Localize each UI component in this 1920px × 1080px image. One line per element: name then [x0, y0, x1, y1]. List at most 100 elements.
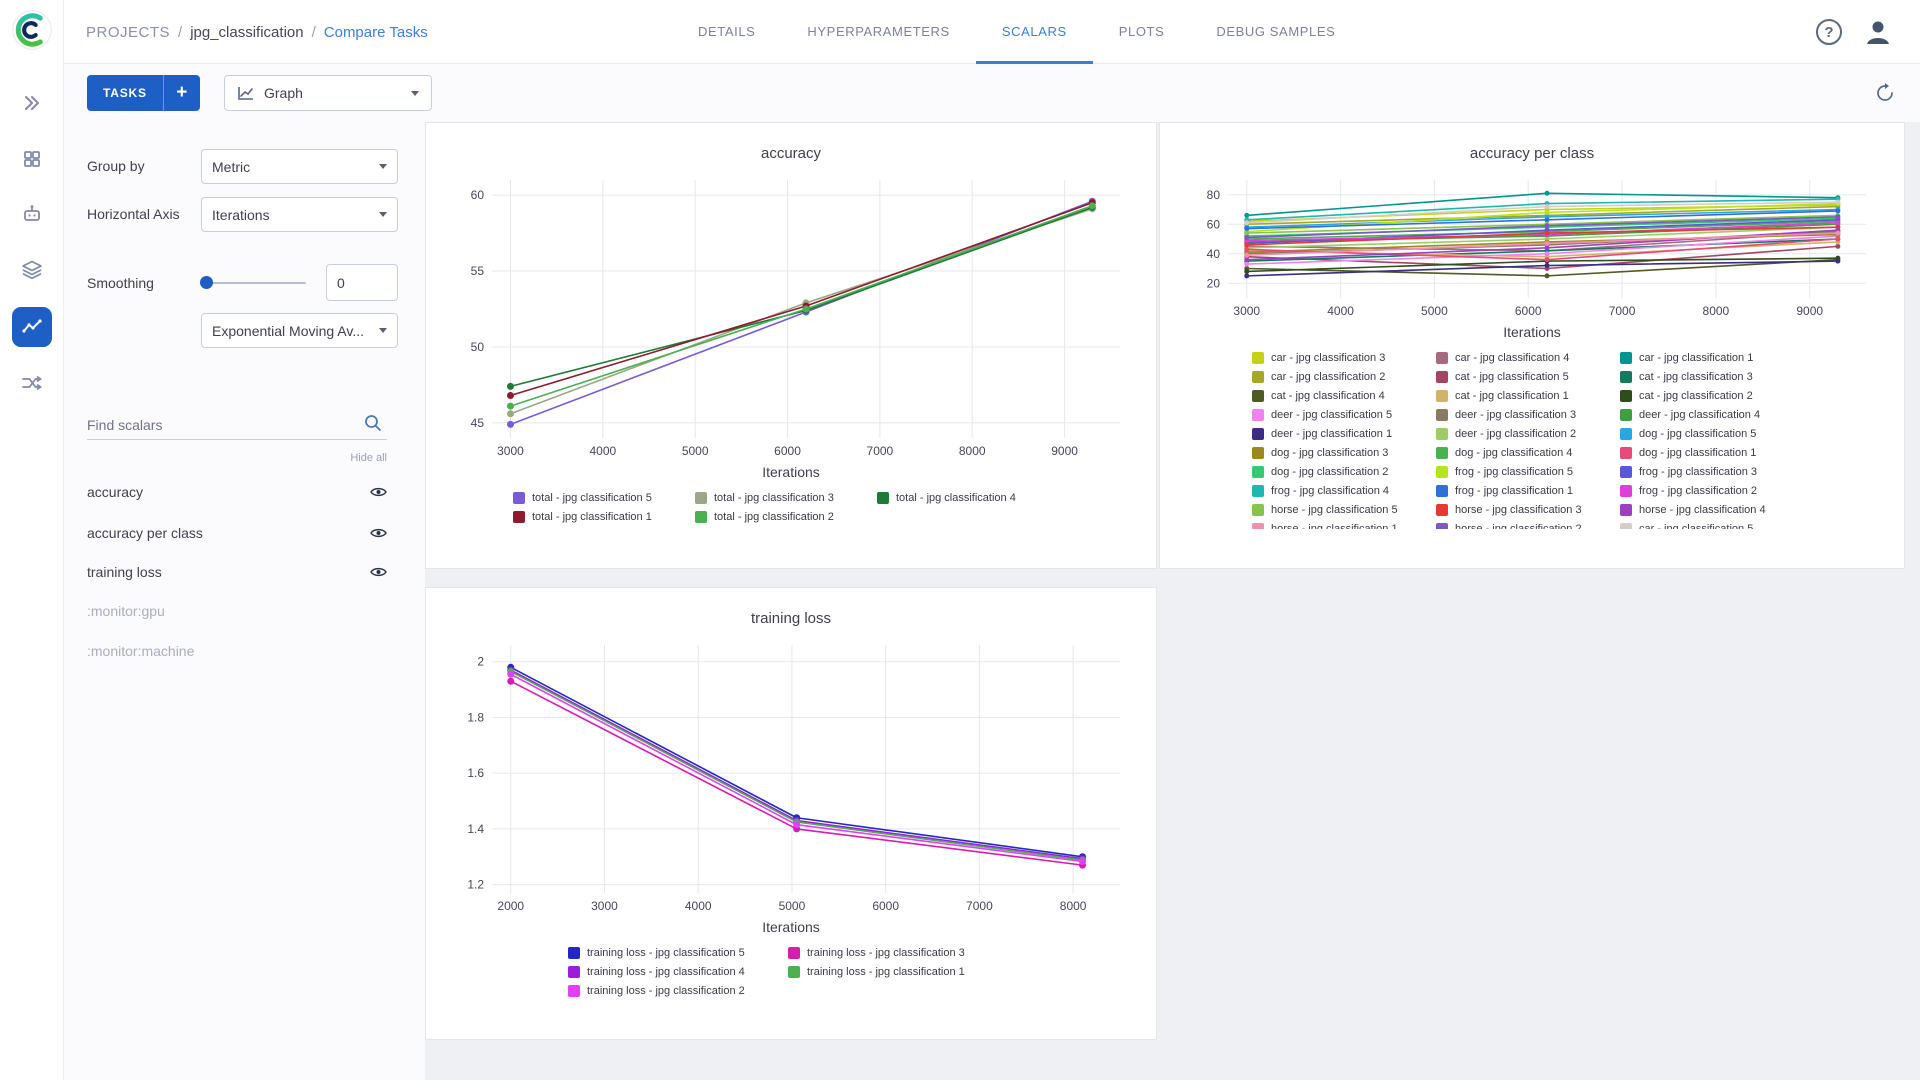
legend-swatch [1620, 466, 1632, 478]
legend-item[interactable]: cat - jpg classification 4 [1252, 386, 1436, 405]
nav-projects-grid-icon[interactable] [0, 137, 64, 181]
legend-item[interactable]: deer - jpg classification 1 [1252, 424, 1436, 443]
smoothing-type-select[interactable]: Exponential Moving Av... [201, 313, 398, 348]
svg-text:4000: 4000 [1327, 304, 1354, 318]
legend-item[interactable]: car - jpg classification 4 [1436, 348, 1620, 367]
horizontal-axis-label: Horizontal Axis [87, 206, 180, 222]
legend-item[interactable]: frog - jpg classification 1 [1436, 481, 1620, 500]
legend-item[interactable]: car - jpg classification 2 [1252, 367, 1436, 386]
metric-row-accuracy[interactable]: accuracy [87, 480, 387, 504]
legend-item[interactable]: dog - jpg classification 4 [1436, 443, 1620, 462]
legend-item[interactable]: total - jpg classification 2 [695, 507, 877, 526]
tasks-button[interactable]: TASKS + [87, 75, 200, 111]
nav-workers-icon[interactable] [0, 192, 64, 236]
metric-row-monitor-gpu[interactable]: :monitor:gpu [87, 599, 387, 623]
smoothing-slider-thumb[interactable] [200, 276, 213, 289]
accuracy-per-class-chart-plot[interactable]: 300040005000600070008000900020406080 [1182, 172, 1882, 322]
legend-item[interactable]: cat - jpg classification 3 [1620, 367, 1804, 386]
breadcrumb-page-link[interactable]: Compare Tasks [324, 24, 428, 41]
tab-details[interactable]: DETAILS [672, 0, 781, 64]
find-scalars-input[interactable] [87, 410, 387, 440]
nav-compare-shuffle-icon[interactable] [0, 361, 64, 405]
horizontal-axis-select[interactable]: Iterations [201, 197, 398, 232]
legend-swatch [695, 511, 707, 523]
nav-datasets-layers-icon[interactable] [0, 248, 64, 292]
nav-scalars-active-icon[interactable] [0, 305, 64, 349]
view-type-select[interactable]: Graph [224, 75, 432, 111]
legend-item[interactable]: training loss - jpg classification 1 [788, 962, 1008, 981]
legend-item[interactable]: horse - jpg classification 1 [1252, 519, 1436, 529]
visibility-eye-icon[interactable] [370, 486, 387, 498]
legend-item[interactable]: horse - jpg classification 5 [1252, 500, 1436, 519]
legend-item[interactable]: horse - jpg classification 4 [1620, 500, 1804, 519]
avatar[interactable] [1862, 16, 1894, 48]
legend-item[interactable]: dog - jpg classification 5 [1620, 424, 1804, 443]
legend-item[interactable]: total - jpg classification 5 [513, 488, 695, 507]
legend-item[interactable]: total - jpg classification 3 [695, 488, 877, 507]
chart-title: training loss [751, 610, 831, 627]
legend-item[interactable]: total - jpg classification 1 [513, 507, 695, 526]
legend-swatch [1436, 504, 1448, 516]
metric-label: accuracy [87, 484, 143, 500]
tab-debug-samples[interactable]: DEBUG SAMPLES [1190, 0, 1361, 64]
auto-refresh-icon[interactable] [1874, 82, 1896, 104]
visibility-eye-icon[interactable] [370, 527, 387, 539]
legend-item[interactable]: horse - jpg classification 2 [1436, 519, 1620, 529]
metric-row-accuracy-per-class[interactable]: accuracy per class [87, 521, 387, 545]
legend-item[interactable]: dog - jpg classification 1 [1620, 443, 1804, 462]
breadcrumb-project-link[interactable]: jpg_classification [190, 24, 303, 41]
smoothing-type-value: Exponential Moving Av... [212, 323, 364, 339]
accuracy-chart-plot[interactable]: 300040005000600070008000900045505560 [446, 172, 1136, 462]
search-icon[interactable] [364, 414, 382, 437]
legend-label: horse - jpg classification 2 [1455, 523, 1582, 530]
legend-item[interactable]: frog - jpg classification 3 [1620, 462, 1804, 481]
legend-item[interactable]: deer - jpg classification 2 [1436, 424, 1620, 443]
legend-item[interactable]: deer - jpg classification 3 [1436, 405, 1620, 424]
legend-item[interactable]: total - jpg classification 4 [877, 488, 1059, 507]
legend-item[interactable]: frog - jpg classification 4 [1252, 481, 1436, 500]
legend-item[interactable]: training loss - jpg classification 2 [568, 981, 788, 1000]
legend-item[interactable]: frog - jpg classification 5 [1436, 462, 1620, 481]
svg-text:5000: 5000 [1421, 304, 1448, 318]
visibility-eye-icon[interactable] [370, 566, 387, 578]
legend-swatch [1252, 523, 1264, 530]
hide-all-link[interactable]: Hide all [87, 452, 387, 464]
legend-item[interactable]: dog - jpg classification 3 [1252, 443, 1436, 462]
smoothing-input[interactable] [326, 264, 398, 301]
breadcrumb-projects-link[interactable]: PROJECTS [86, 24, 170, 41]
add-task-button[interactable]: + [164, 82, 200, 104]
tab-scalars[interactable]: SCALARS [976, 0, 1093, 64]
nav-dart-icon[interactable] [0, 81, 64, 125]
legend-swatch [1252, 466, 1264, 478]
chevron-down-icon [379, 164, 387, 169]
legend-item[interactable]: dog - jpg classification 2 [1252, 462, 1436, 481]
group-by-select[interactable]: Metric [201, 149, 398, 184]
legend-swatch [568, 985, 580, 997]
legend-item[interactable]: cat - jpg classification 1 [1436, 386, 1620, 405]
legend-swatch [788, 966, 800, 978]
legend-item[interactable]: horse - jpg classification 3 [1436, 500, 1620, 519]
smoothing-slider[interactable] [202, 282, 306, 284]
legend-item[interactable]: deer - jpg classification 5 [1252, 405, 1436, 424]
legend-item[interactable]: frog - jpg classification 2 [1620, 481, 1804, 500]
tab-hyperparameters[interactable]: HYPERPARAMETERS [781, 0, 975, 64]
legend-swatch [1620, 447, 1632, 459]
legend-item[interactable]: training loss - jpg classification 5 [568, 943, 788, 962]
legend-item[interactable]: car - jpg classification 1 [1620, 348, 1804, 367]
legend-item[interactable]: cat - jpg classification 5 [1436, 367, 1620, 386]
clearml-logo[interactable] [10, 8, 54, 52]
horizontal-axis-value: Iterations [212, 207, 270, 223]
legend-item[interactable]: car - jpg classification 5 [1620, 519, 1804, 529]
training-loss-chart-plot[interactable]: 20003000400050006000700080001.21.41.61.8… [446, 637, 1136, 917]
help-icon[interactable]: ? [1816, 19, 1842, 45]
legend-item[interactable]: cat - jpg classification 2 [1620, 386, 1804, 405]
legend-item[interactable]: training loss - jpg classification 3 [788, 943, 1008, 962]
legend-item[interactable]: deer - jpg classification 4 [1620, 405, 1804, 424]
legend-label: total - jpg classification 5 [532, 492, 652, 504]
tab-plots[interactable]: PLOTS [1093, 0, 1191, 64]
top-header: PROJECTS / jpg_classification / Compare … [64, 0, 1920, 64]
legend-item[interactable]: training loss - jpg classification 4 [568, 962, 788, 981]
legend-item[interactable]: car - jpg classification 3 [1252, 348, 1436, 367]
metric-row-training-loss[interactable]: training loss [87, 560, 387, 584]
metric-row-monitor-machine[interactable]: :monitor:machine [87, 639, 387, 663]
